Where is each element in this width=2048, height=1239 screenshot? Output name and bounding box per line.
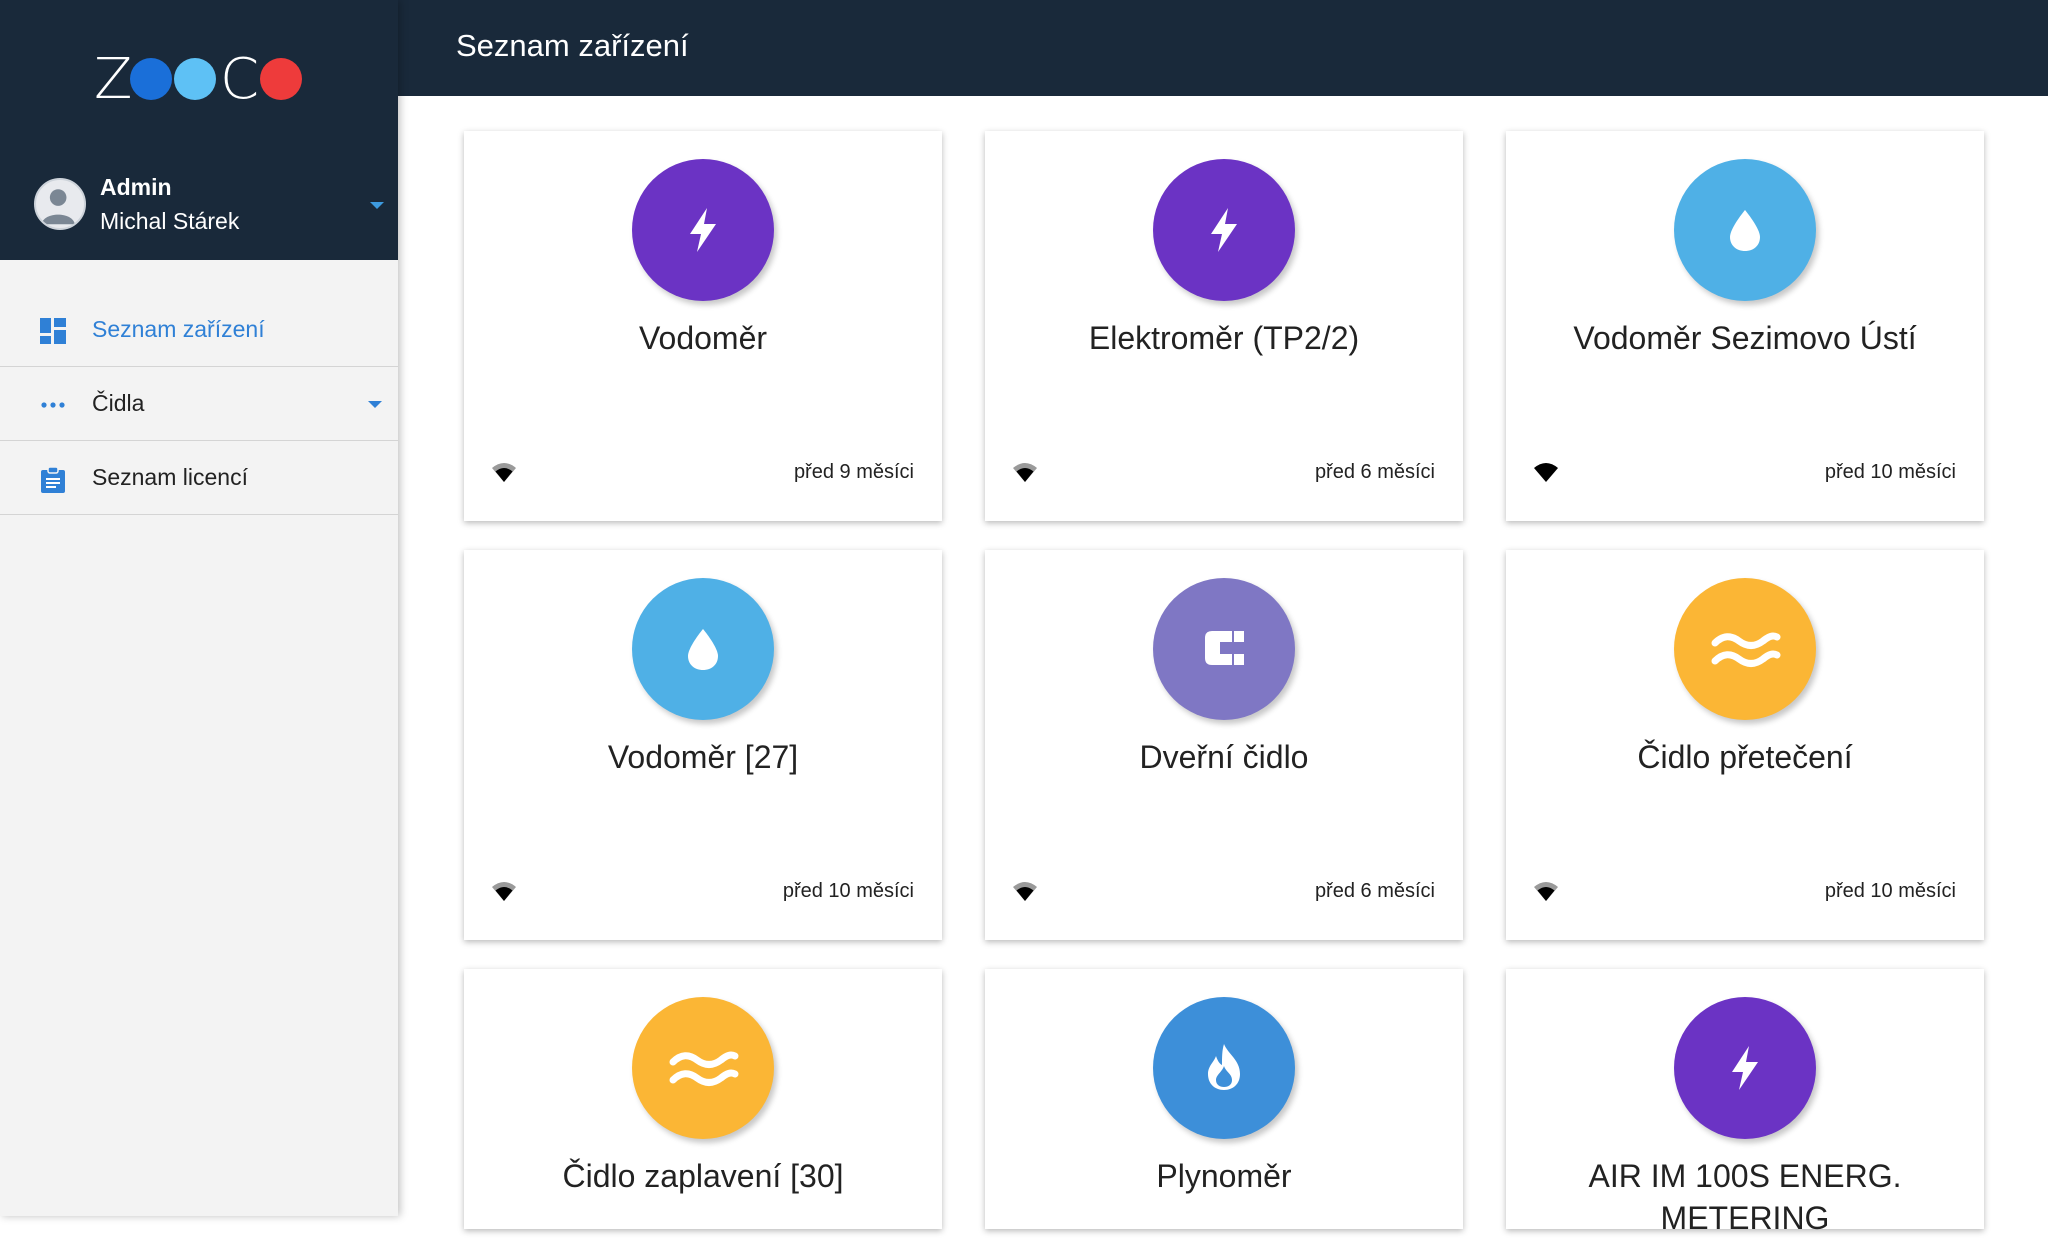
more-horizontal-icon: [40, 392, 66, 418]
signal-icon: [1011, 461, 1039, 483]
device-name: Elektroměr (TP2/2): [1088, 320, 1360, 356]
user-menu[interactable]: Admin Michal Stárek: [34, 170, 384, 240]
sidebar: Z C Admin Michal Stárek Seznam zařízení …: [0, 0, 398, 1216]
sidebar-header: Z C Admin Michal Stárek: [0, 0, 398, 260]
user-name: Michal Stárek: [100, 208, 240, 234]
flame-icon: [1184, 1028, 1264, 1108]
chevron-down-icon[interactable]: [370, 202, 384, 209]
signal-icon: [1011, 880, 1039, 902]
device-card[interactable]: Vodoměr [27] před 10 měsíci: [464, 550, 942, 940]
top-header: Seznam zařízení: [398, 0, 2048, 96]
device-icon-circle: [1153, 159, 1295, 301]
last-seen: před 6 měsíci: [1314, 880, 1435, 902]
device-name: AIR IM 100S ENERG. METERING: [1588, 1158, 1902, 1236]
device-card[interactable]: Elektroměr (TP2/2) před 6 měsíci: [985, 131, 1463, 521]
device-card[interactable]: Vodoměr Sezimovo Ústí před 10 měsíci: [1506, 131, 1984, 521]
device-icon-circle: [1153, 578, 1295, 720]
device-name: Čidlo přetečení: [1637, 739, 1853, 775]
device-card[interactable]: Čidlo zaplavení [30]: [464, 969, 942, 1229]
device-icon-circle: [1153, 997, 1295, 1139]
last-seen: před 10 měsíci: [782, 880, 914, 902]
last-seen: před 9 měsíci: [793, 461, 914, 483]
magnet-icon: [1184, 609, 1264, 689]
clipboard-icon: [40, 466, 66, 493]
last-seen: před 10 měsíci: [1824, 880, 1956, 902]
nav-item-licenses[interactable]: Seznam licencí: [0, 442, 398, 515]
avatar: [34, 178, 86, 230]
device-card[interactable]: Čidlo přetečení před 10 měsíci: [1506, 550, 1984, 940]
device-name: Čidlo zaplavení [30]: [562, 1158, 844, 1194]
chevron-down-icon[interactable]: [368, 401, 382, 408]
zooco-logo[interactable]: Z C: [94, 52, 310, 108]
signal-icon: [490, 880, 518, 902]
last-seen: před 6 měsíci: [1314, 461, 1435, 483]
device-card[interactable]: Vodoměr před 9 měsíci: [464, 131, 942, 521]
device-card[interactable]: Dveřní čidlo před 6 měsíci: [985, 550, 1463, 940]
nav-label: Čidla: [92, 390, 145, 416]
signal-icon: [490, 461, 518, 483]
nav-label: Seznam licencí: [92, 464, 248, 490]
device-card[interactable]: AIR IM 100S ENERG. METERING: [1506, 969, 1984, 1236]
page-title: Seznam zařízení: [456, 28, 689, 63]
device-name: Vodoměr: [638, 320, 768, 356]
dashboard-icon: [40, 318, 66, 344]
bolt-icon: [663, 190, 743, 270]
nav-item-sensors[interactable]: Čidla: [0, 368, 398, 441]
waves-icon: [1705, 609, 1785, 689]
water-drop-icon: [1705, 190, 1785, 270]
bolt-icon: [1705, 1028, 1785, 1108]
waves-icon: [663, 1028, 743, 1108]
device-name: Vodoměr Sezimovo Ústí: [1573, 320, 1917, 356]
signal-icon: [1532, 461, 1560, 483]
device-card[interactable]: Plynoměr: [985, 969, 1463, 1229]
device-icon-circle: [1674, 997, 1816, 1139]
nav-item-device-list[interactable]: Seznam zařízení: [0, 294, 398, 367]
device-name: Plynoměr: [1156, 1158, 1292, 1194]
device-icon-circle: [1674, 578, 1816, 720]
bolt-icon: [1184, 190, 1264, 270]
device-name: Vodoměr [27]: [607, 739, 799, 775]
signal-icon: [1532, 880, 1560, 902]
device-icon-circle: [1674, 159, 1816, 301]
user-role: Admin: [100, 174, 172, 200]
device-icon-circle: [632, 578, 774, 720]
device-icon-circle: [632, 997, 774, 1139]
device-icon-circle: [632, 159, 774, 301]
device-name: Dveřní čidlo: [1139, 739, 1309, 775]
water-drop-icon: [663, 609, 743, 689]
nav-label: Seznam zařízení: [92, 316, 265, 342]
last-seen: před 10 měsíci: [1824, 461, 1956, 483]
